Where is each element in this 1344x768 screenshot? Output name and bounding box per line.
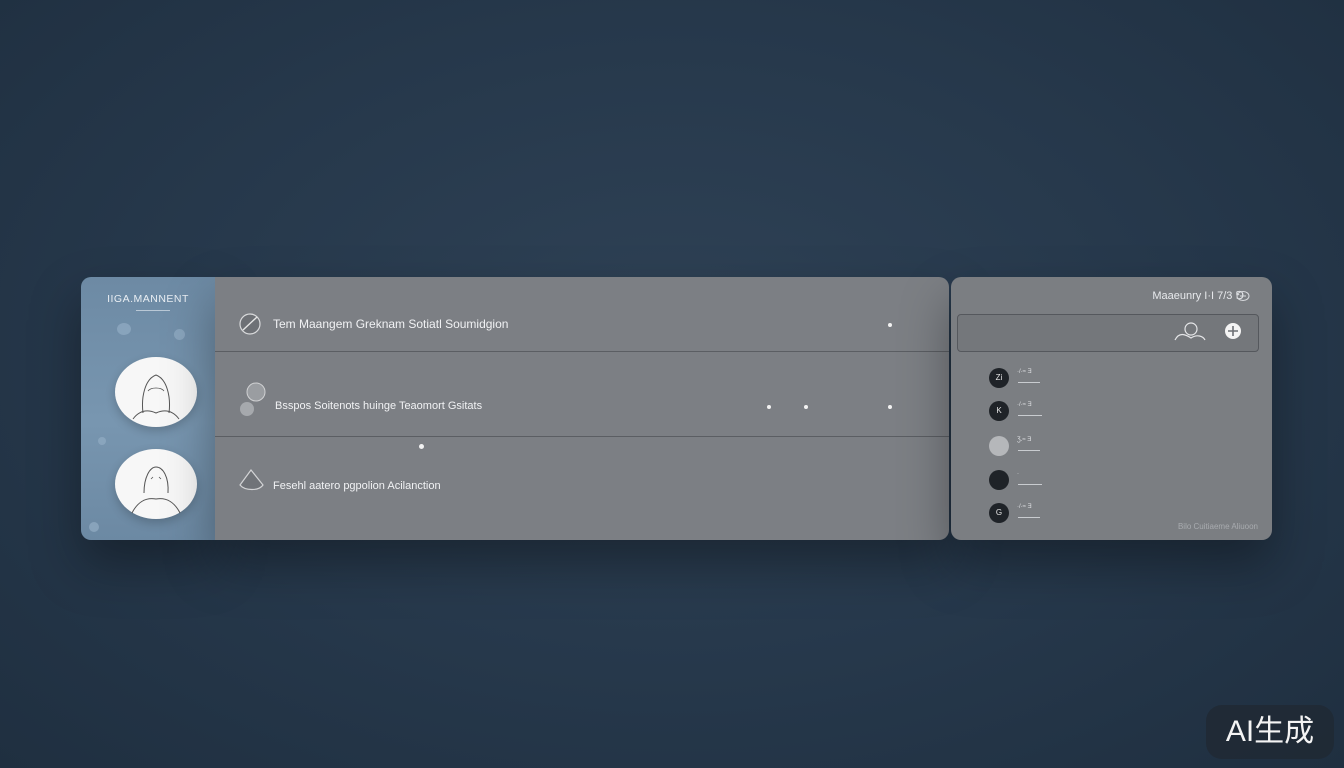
panel-footer: Bilo Cuitiaeme Aliuoon bbox=[1177, 522, 1258, 531]
brand-underline bbox=[136, 310, 170, 311]
sidebar: IIGA.MANNENT bbox=[81, 277, 215, 540]
brand-title: IIGA.MANNENT bbox=[107, 293, 189, 305]
avatar: K bbox=[989, 401, 1009, 421]
decorative-bubble bbox=[174, 329, 185, 340]
decorative-bubble bbox=[98, 437, 106, 445]
status-dot bbox=[804, 405, 808, 409]
list-item-label: Bsspos Soitenots huinge Teaomort Gsitats bbox=[275, 400, 483, 412]
contact-item[interactable]: Zi ·/·≈ Ǝ bbox=[989, 368, 1129, 390]
person-outline-icon bbox=[131, 466, 181, 514]
list-item-label: Tem Maangem Greknam Sotiatl Soumidgion bbox=[273, 317, 509, 331]
contact-name: ·/·≈ Ǝ bbox=[1017, 504, 1032, 510]
status-dot bbox=[888, 323, 892, 327]
contact-name: · bbox=[1017, 471, 1019, 477]
ai-generated-badge: AI生成 bbox=[1206, 705, 1334, 759]
avatar bbox=[989, 470, 1009, 490]
contact-subtitle bbox=[1018, 450, 1040, 451]
person-outline-icon bbox=[132, 374, 180, 420]
contact-item[interactable]: · bbox=[989, 470, 1129, 492]
add-user-icon bbox=[1225, 323, 1241, 339]
list-item[interactable]: Bsspos Soitenots huinge Teaomort Gsitats bbox=[215, 352, 949, 435]
list-item[interactable]: Tem Maangem Greknam Sotiatl Soumidgion bbox=[215, 277, 949, 360]
contacts-panel: Maaeunry I·I 7/3 ⅁ Zi ·/·≈ Ǝ K ·/·≈ Ǝ Ʒ.… bbox=[951, 277, 1272, 540]
avatar[interactable] bbox=[115, 357, 197, 427]
panel-title: Maaeunry I·I 7/3 ⅁ bbox=[1152, 290, 1244, 302]
list-item[interactable]: Fesehl aatero pgpolion Acilanction bbox=[215, 437, 949, 520]
contact-subtitle bbox=[1018, 484, 1042, 485]
contact-subtitle bbox=[1018, 517, 1040, 518]
contact-name: Ʒ.≈ Ǝ bbox=[1017, 437, 1032, 443]
contact-item[interactable]: Ʒ.≈ Ǝ bbox=[989, 436, 1129, 458]
decorative-bubble bbox=[117, 323, 131, 335]
leaf-icon bbox=[239, 469, 264, 491]
contact-subtitle bbox=[1018, 415, 1042, 416]
avatar: G bbox=[989, 503, 1009, 523]
circle-slash-icon bbox=[239, 313, 261, 335]
leaf-icon bbox=[240, 382, 266, 416]
avatar[interactable] bbox=[115, 449, 197, 519]
status-dot bbox=[767, 405, 771, 409]
decorative-bubble bbox=[89, 522, 99, 532]
people-icon bbox=[1174, 322, 1206, 341]
contact-name: ·/·≈ Ǝ bbox=[1017, 402, 1032, 408]
contact-item[interactable]: K ·/·≈ Ǝ bbox=[989, 401, 1129, 423]
avatar: Zi bbox=[989, 368, 1009, 388]
search-input[interactable] bbox=[957, 314, 1259, 352]
list-item-label: Fesehl aatero pgpolion Acilanction bbox=[273, 480, 441, 492]
main-panel: Tem Maangem Greknam Sotiatl Soumidgion B… bbox=[215, 277, 949, 540]
avatar bbox=[989, 436, 1009, 456]
status-dot bbox=[888, 405, 892, 409]
menu-icon[interactable] bbox=[1236, 290, 1250, 302]
contact-item[interactable]: G ·/·≈ Ǝ bbox=[989, 503, 1129, 525]
contact-subtitle bbox=[1018, 382, 1040, 383]
contact-name: ·/·≈ Ǝ bbox=[1017, 369, 1032, 375]
